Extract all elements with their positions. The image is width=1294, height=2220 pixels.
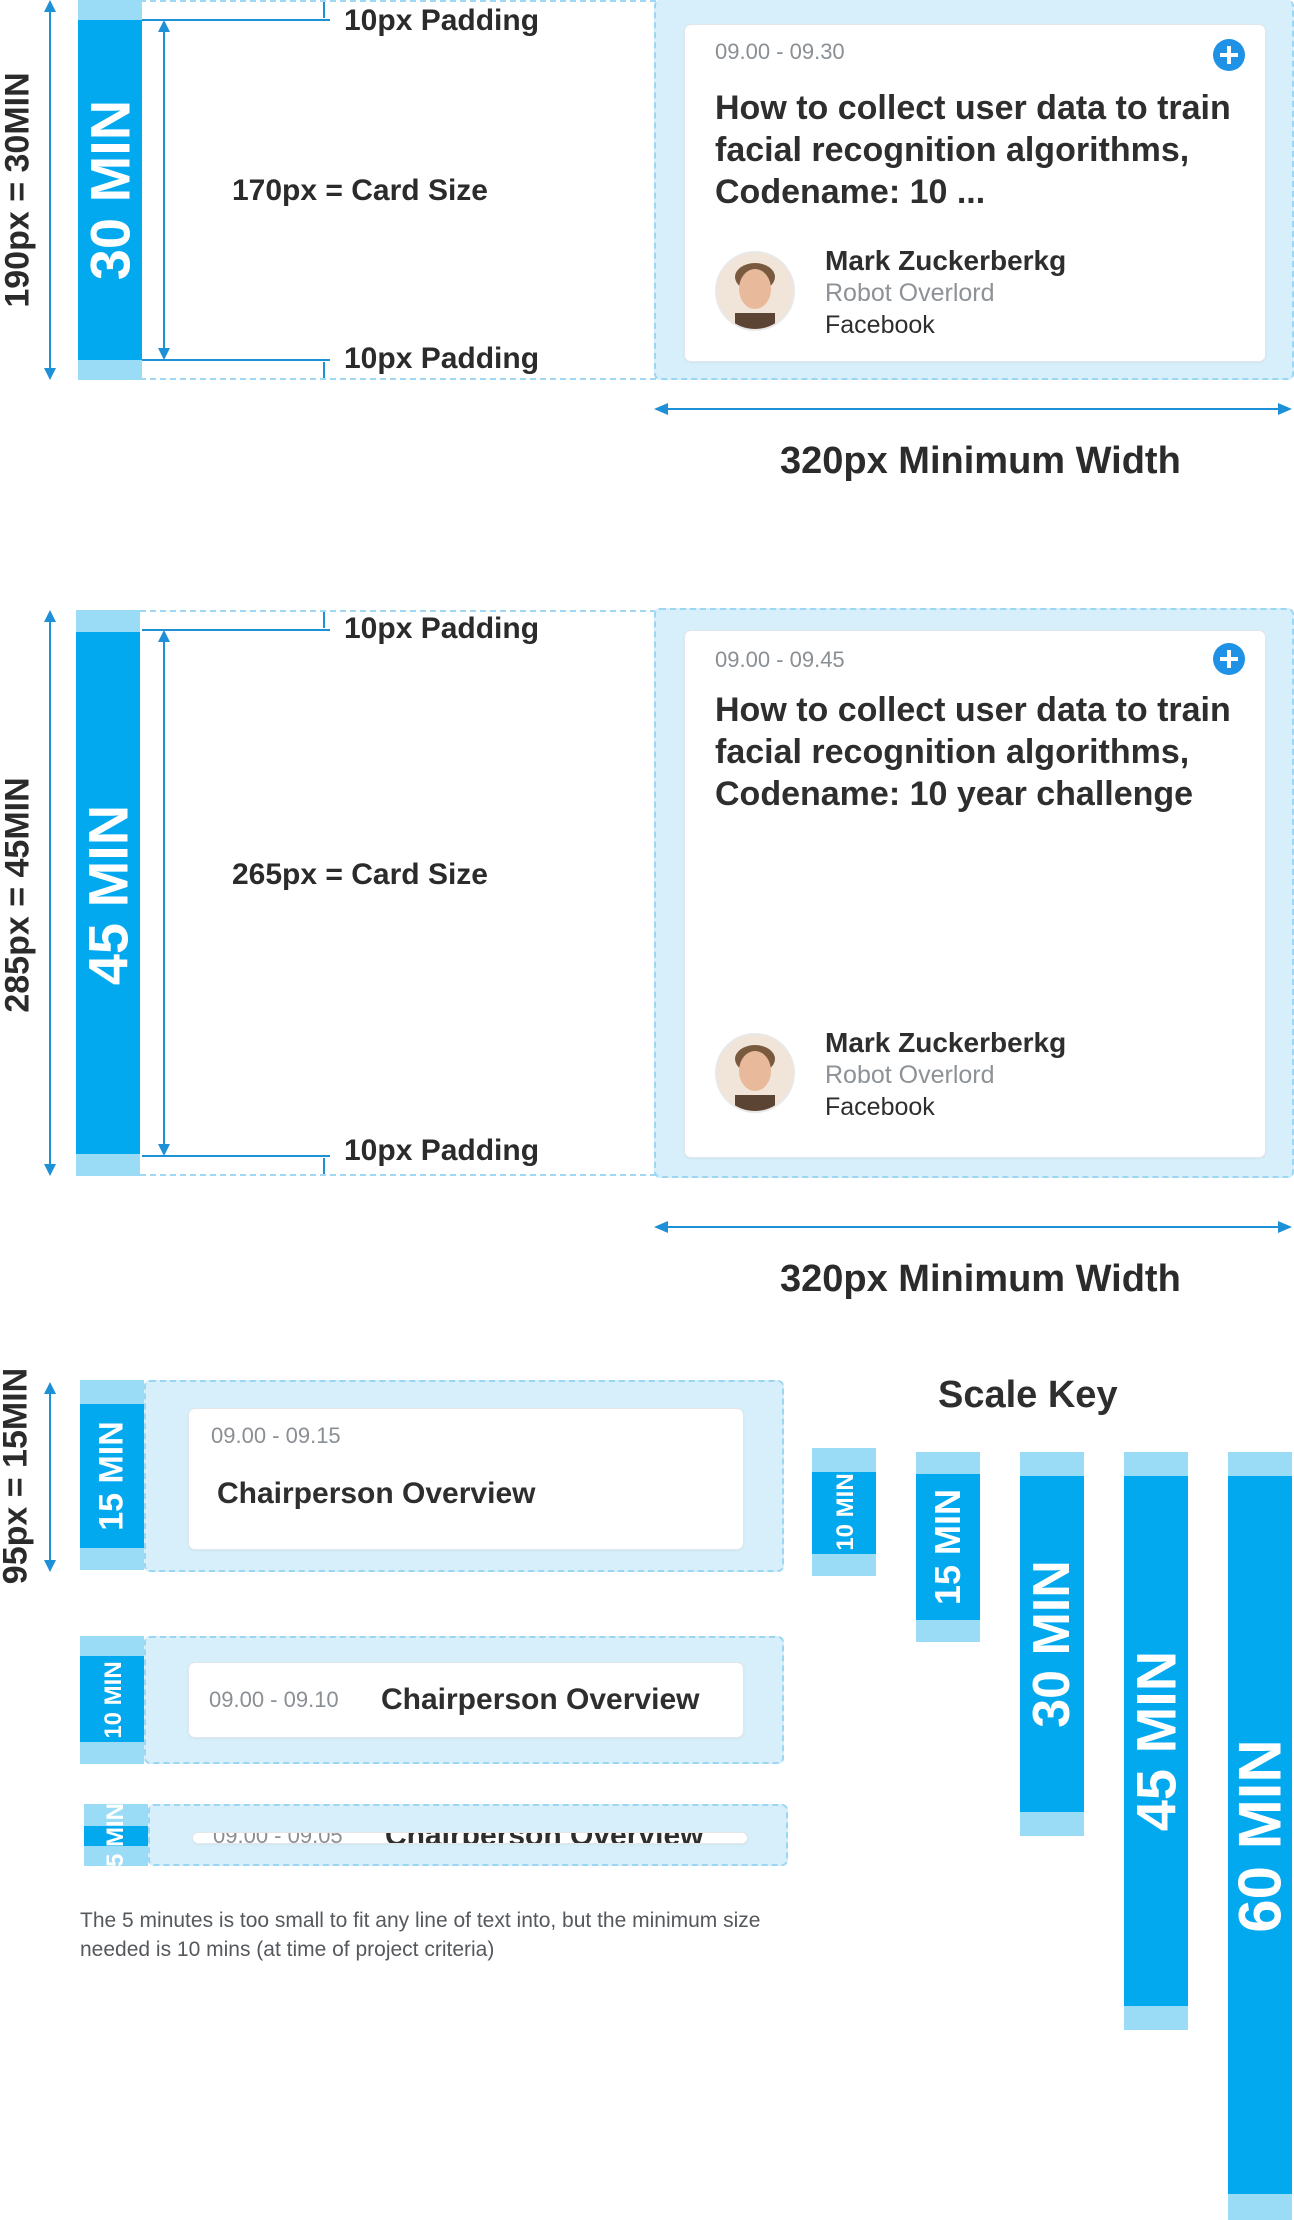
session-title: Chairperson Overview: [385, 1833, 703, 1843]
scale-label-15min: 15 MIN: [927, 1488, 968, 1606]
bar-label-5min-clip: 5 MIN: [84, 1804, 148, 1866]
bar-label-15min: 15 MIN: [92, 1421, 131, 1531]
dimension-lines-15min: [44, 1382, 56, 1572]
session-time: 09.00 - 09.15: [211, 1423, 341, 1448]
session-card-15min[interactable]: 09.00 - 09.15 Chairperson Overview: [188, 1408, 744, 1550]
scale-key-title: Scale Key: [938, 1374, 1118, 1416]
session-slot-10min: 09.00 - 09.10 Chairperson Overview: [144, 1636, 784, 1764]
scale-label-10min: 10 MIN: [832, 1473, 859, 1551]
session-time: 09.00 - 09.10: [209, 1687, 339, 1712]
session-time: 09.00 - 09.05: [213, 1833, 343, 1843]
height-label-15min: 95px = 15MIN: [0, 1367, 35, 1585]
session-card-10min[interactable]: 09.00 - 09.10 Chairperson Overview: [188, 1662, 744, 1738]
session-card-5min[interactable]: 09.00 - 09.05 Chairperson Overview: [192, 1832, 748, 1844]
session-title: Chairperson Overview: [381, 1683, 700, 1716]
session-title: Chairperson Overview: [217, 1477, 536, 1510]
scale-label-30min: 30 MIN: [1023, 1560, 1081, 1728]
scale-label-45min: 45 MIN: [1124, 1650, 1188, 1832]
session-slot-5min: 09.00 - 09.05 Chairperson Overview: [148, 1804, 788, 1866]
note-text: The 5 minutes is too small to fit any li…: [80, 1909, 761, 1961]
scale-label-60min: 60 MIN: [1226, 1739, 1294, 1933]
bar-label-10min: 10 MIN: [100, 1661, 127, 1739]
session-slot-15min: 09.00 - 09.15 Chairperson Overview: [144, 1380, 784, 1572]
bar-label-5min: 5 MIN: [102, 1804, 129, 1866]
